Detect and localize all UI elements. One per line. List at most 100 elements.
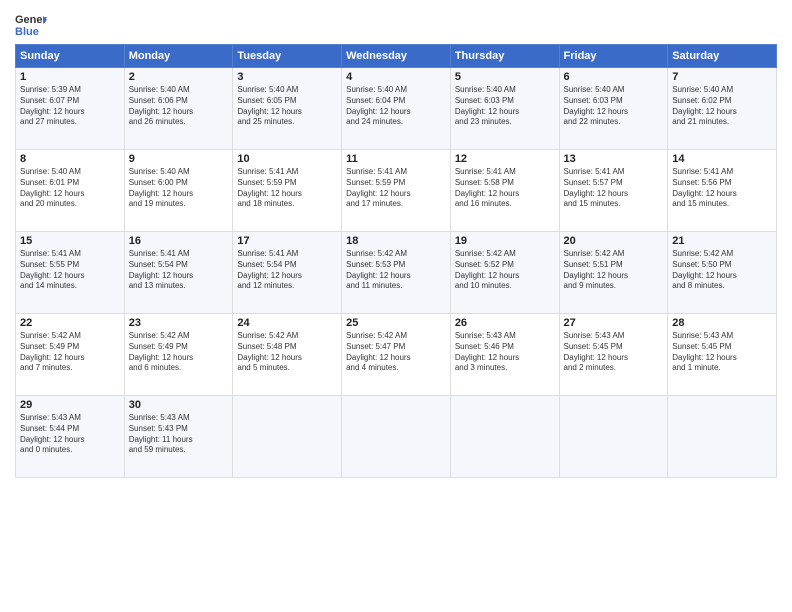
calendar-cell: 22Sunrise: 5:42 AM Sunset: 5:49 PM Dayli… (16, 314, 125, 396)
calendar-table: SundayMondayTuesdayWednesdayThursdayFrid… (15, 44, 777, 478)
calendar-cell: 1Sunrise: 5:39 AM Sunset: 6:07 PM Daylig… (16, 68, 125, 150)
day-info: Sunrise: 5:43 AM Sunset: 5:44 PM Dayligh… (20, 413, 120, 456)
calendar-cell: 3Sunrise: 5:40 AM Sunset: 6:05 PM Daylig… (233, 68, 342, 150)
day-number: 23 (129, 317, 229, 329)
day-number: 4 (346, 71, 446, 83)
calendar-cell: 17 Sunrise: 5:41 AM Sunset: 5:54 PM Dayli… (233, 232, 342, 314)
day-number: 16 (129, 235, 229, 247)
day-info: Sunrise: 5:40 AM Sunset: 6:04 PM Dayligh… (346, 85, 446, 128)
day-number: 11 (346, 153, 446, 165)
calendar-cell: 13Sunrise: 5:41 AM Sunset: 5:57 PM Dayli… (559, 150, 668, 232)
col-header-sunday: Sunday (16, 45, 125, 68)
calendar-cell: 24Sunrise: 5:42 AM Sunset: 5:48 PM Dayli… (233, 314, 342, 396)
day-number: 14 (672, 153, 772, 165)
calendar-cell: 20Sunrise: 5:42 AM Sunset: 5:51 PM Dayli… (559, 232, 668, 314)
day-info: Sunrise: 5:40 AM Sunset: 6:03 PM Dayligh… (455, 85, 555, 128)
day-info: Sunrise: 5:43 AM Sunset: 5:45 PM Dayligh… (672, 331, 772, 374)
day-number: 19 (455, 235, 555, 247)
calendar-cell: 26 Sunrise: 5:43 AM Sunset: 5:46 PM Dayli… (450, 314, 559, 396)
svg-text:General: General (15, 14, 47, 26)
day-info: Sunrise: 5:42 AM Sunset: 5:48 PM Dayligh… (237, 331, 337, 374)
day-number: 2 (129, 71, 229, 83)
col-header-wednesday: Wednesday (342, 45, 451, 68)
day-number: 29 (20, 399, 120, 411)
calendar-header-row: SundayMondayTuesdayWednesdayThursdayFrid… (16, 45, 777, 68)
calendar-cell (342, 396, 451, 478)
header: General Blue (15, 10, 777, 38)
col-header-friday: Friday (559, 45, 668, 68)
calendar-week-5: 29 Sunrise: 5:43 AM Sunset: 5:44 PM Dayli… (16, 396, 777, 478)
day-number: 15 (20, 235, 120, 247)
calendar-cell: 18 Sunrise: 5:42 AM Sunset: 5:53 PM Dayli… (342, 232, 451, 314)
day-number: 7 (672, 71, 772, 83)
calendar-cell: 7 Sunrise: 5:40 AM Sunset: 6:02 PM Daylig… (668, 68, 777, 150)
logo-icon: General Blue (15, 10, 47, 38)
day-info: Sunrise: 5:42 AM Sunset: 5:50 PM Dayligh… (672, 249, 772, 292)
day-number: 3 (237, 71, 337, 83)
calendar-cell: 8Sunrise: 5:40 AM Sunset: 6:01 PM Daylig… (16, 150, 125, 232)
day-info: Sunrise: 5:43 AM Sunset: 5:43 PM Dayligh… (129, 413, 229, 456)
day-info: Sunrise: 5:42 AM Sunset: 5:52 PM Dayligh… (455, 249, 555, 292)
day-info: Sunrise: 5:43 AM Sunset: 5:45 PM Dayligh… (564, 331, 664, 374)
day-number: 9 (129, 153, 229, 165)
day-number: 1 (20, 71, 120, 83)
day-number: 18 (346, 235, 446, 247)
col-header-monday: Monday (124, 45, 233, 68)
calendar-week-2: 8Sunrise: 5:40 AM Sunset: 6:01 PM Daylig… (16, 150, 777, 232)
calendar-cell: 30 Sunrise: 5:43 AM Sunset: 5:43 PM Dayli… (124, 396, 233, 478)
day-info: Sunrise: 5:42 AM Sunset: 5:47 PM Dayligh… (346, 331, 446, 374)
day-info: Sunrise: 5:40 AM Sunset: 6:02 PM Dayligh… (672, 85, 772, 128)
day-number: 27 (564, 317, 664, 329)
calendar-week-3: 15 Sunrise: 5:41 AM Sunset: 5:55 PM Dayli… (16, 232, 777, 314)
calendar-cell: 28Sunrise: 5:43 AM Sunset: 5:45 PM Dayli… (668, 314, 777, 396)
day-number: 17 (237, 235, 337, 247)
calendar-cell (233, 396, 342, 478)
calendar-cell: 10 Sunrise: 5:41 AM Sunset: 5:59 PM Dayli… (233, 150, 342, 232)
calendar-cell: 29 Sunrise: 5:43 AM Sunset: 5:44 PM Dayli… (16, 396, 125, 478)
svg-text:Blue: Blue (15, 26, 39, 38)
day-info: Sunrise: 5:40 AM Sunset: 6:03 PM Dayligh… (564, 85, 664, 128)
calendar-cell: 15 Sunrise: 5:41 AM Sunset: 5:55 PM Dayli… (16, 232, 125, 314)
calendar-cell: 27 Sunrise: 5:43 AM Sunset: 5:45 PM Dayli… (559, 314, 668, 396)
day-info: Sunrise: 5:42 AM Sunset: 5:49 PM Dayligh… (129, 331, 229, 374)
day-number: 25 (346, 317, 446, 329)
day-number: 6 (564, 71, 664, 83)
calendar-cell: 14 Sunrise: 5:41 AM Sunset: 5:56 PM Dayli… (668, 150, 777, 232)
calendar-week-1: 1Sunrise: 5:39 AM Sunset: 6:07 PM Daylig… (16, 68, 777, 150)
day-number: 5 (455, 71, 555, 83)
calendar-cell (668, 396, 777, 478)
day-number: 12 (455, 153, 555, 165)
calendar-cell: 5 Sunrise: 5:40 AM Sunset: 6:03 PM Daylig… (450, 68, 559, 150)
day-info: Sunrise: 5:41 AM Sunset: 5:54 PM Dayligh… (129, 249, 229, 292)
day-info: Sunrise: 5:42 AM Sunset: 5:53 PM Dayligh… (346, 249, 446, 292)
logo: General Blue (15, 10, 47, 38)
day-info: Sunrise: 5:41 AM Sunset: 5:59 PM Dayligh… (346, 167, 446, 210)
calendar-cell: 11 Sunrise: 5:41 AM Sunset: 5:59 PM Dayli… (342, 150, 451, 232)
col-header-tuesday: Tuesday (233, 45, 342, 68)
day-info: Sunrise: 5:41 AM Sunset: 5:59 PM Dayligh… (237, 167, 337, 210)
day-info: Sunrise: 5:42 AM Sunset: 5:49 PM Dayligh… (20, 331, 120, 374)
day-number: 10 (237, 153, 337, 165)
day-info: Sunrise: 5:41 AM Sunset: 5:55 PM Dayligh… (20, 249, 120, 292)
day-info: Sunrise: 5:42 AM Sunset: 5:51 PM Dayligh… (564, 249, 664, 292)
day-info: Sunrise: 5:43 AM Sunset: 5:46 PM Dayligh… (455, 331, 555, 374)
calendar-cell: 19 Sunrise: 5:42 AM Sunset: 5:52 PM Dayli… (450, 232, 559, 314)
day-info: Sunrise: 5:41 AM Sunset: 5:56 PM Dayligh… (672, 167, 772, 210)
calendar-week-4: 22Sunrise: 5:42 AM Sunset: 5:49 PM Dayli… (16, 314, 777, 396)
col-header-saturday: Saturday (668, 45, 777, 68)
calendar-cell: 12 Sunrise: 5:41 AM Sunset: 5:58 PM Dayli… (450, 150, 559, 232)
calendar-cell: 25 Sunrise: 5:42 AM Sunset: 5:47 PM Dayli… (342, 314, 451, 396)
day-info: Sunrise: 5:41 AM Sunset: 5:57 PM Dayligh… (564, 167, 664, 210)
day-info: Sunrise: 5:40 AM Sunset: 6:01 PM Dayligh… (20, 167, 120, 210)
day-info: Sunrise: 5:40 AM Sunset: 6:06 PM Dayligh… (129, 85, 229, 128)
calendar-cell: 4 Sunrise: 5:40 AM Sunset: 6:04 PM Daylig… (342, 68, 451, 150)
calendar-cell (450, 396, 559, 478)
day-info: Sunrise: 5:41 AM Sunset: 5:58 PM Dayligh… (455, 167, 555, 210)
day-number: 30 (129, 399, 229, 411)
calendar-cell: 2 Sunrise: 5:40 AM Sunset: 6:06 PM Daylig… (124, 68, 233, 150)
day-number: 26 (455, 317, 555, 329)
calendar-cell: 6 Sunrise: 5:40 AM Sunset: 6:03 PM Daylig… (559, 68, 668, 150)
calendar-cell: 16 Sunrise: 5:41 AM Sunset: 5:54 PM Dayli… (124, 232, 233, 314)
day-info: Sunrise: 5:41 AM Sunset: 5:54 PM Dayligh… (237, 249, 337, 292)
calendar-cell: 21Sunrise: 5:42 AM Sunset: 5:50 PM Dayli… (668, 232, 777, 314)
